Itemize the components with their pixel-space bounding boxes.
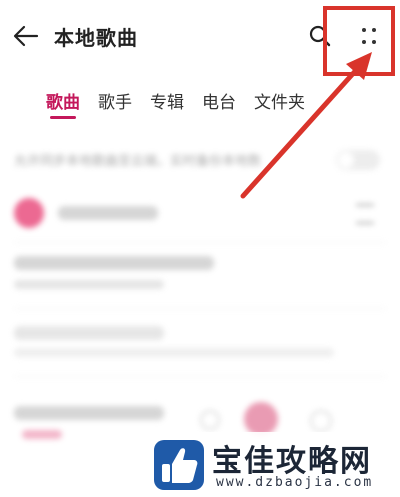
song-title xyxy=(14,256,214,270)
tab-albums[interactable]: 专辑 xyxy=(150,88,184,128)
cloud-sync-hint: 允许同步本地歌曲至云端，实时备份本地数 xyxy=(14,154,262,169)
site-watermark: 宝佳攻略网 www.dzbaojia.com xyxy=(146,432,400,497)
song-subtitle xyxy=(14,348,334,357)
tab-songs[interactable]: 歌曲 xyxy=(46,88,80,128)
grey-circle-icon[interactable] xyxy=(310,410,332,432)
watermark-url: www.dzbaojia.com xyxy=(216,475,374,490)
divider xyxy=(14,308,386,309)
tab-folders[interactable]: 文件夹 xyxy=(254,88,305,128)
toggle-knob xyxy=(338,152,354,168)
song-subtitle xyxy=(22,430,62,439)
song-title xyxy=(14,406,164,420)
watermark-title: 宝佳攻略网 xyxy=(212,444,372,479)
song-subtitle xyxy=(14,280,164,289)
tab-label: 歌手 xyxy=(98,93,132,113)
tab-label: 专辑 xyxy=(150,93,184,113)
arrow-left-icon xyxy=(13,25,39,47)
grey-circle-icon[interactable] xyxy=(200,410,220,430)
screen: 本地歌曲 歌曲 歌手 专辑 电台 文件夹 允许同步本地歌曲至云端，实时备份本地数… xyxy=(0,0,400,497)
page-title: 本地歌曲 xyxy=(54,26,138,50)
divider xyxy=(14,376,386,377)
cloud-sync-toggle[interactable] xyxy=(336,150,380,170)
play-all-label xyxy=(58,206,158,220)
tab-label: 文件夹 xyxy=(254,93,305,113)
multi-select-icon[interactable] xyxy=(356,204,374,224)
annotation-highlight-box xyxy=(323,6,395,76)
thumbs-up-logo-icon xyxy=(154,440,204,490)
tab-bar: 歌曲 歌手 专辑 电台 文件夹 xyxy=(46,88,305,128)
tab-label: 电台 xyxy=(202,93,236,113)
tab-label: 歌曲 xyxy=(46,93,80,113)
song-title xyxy=(14,326,164,340)
back-button[interactable] xyxy=(10,20,42,52)
play-all-button[interactable] xyxy=(14,198,44,228)
tab-radio[interactable]: 电台 xyxy=(202,88,236,128)
tab-artists[interactable]: 歌手 xyxy=(98,88,132,128)
playing-indicator xyxy=(244,402,278,436)
active-tab-indicator xyxy=(50,116,76,119)
divider xyxy=(14,242,386,243)
